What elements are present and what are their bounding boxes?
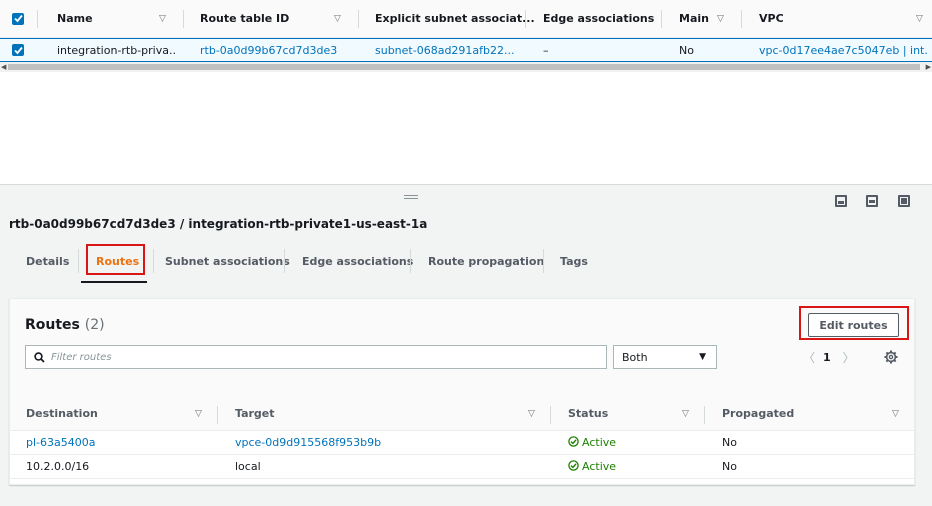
row-name: integration-rtb-priva... — [57, 43, 175, 57]
pagination: 〈 1 〉 — [803, 347, 855, 367]
status-badge: Active — [568, 431, 616, 454]
destination-value: 10.2.0.0/16 — [26, 460, 90, 473]
table-header: Name ▽ Route table ID ▽ Explicit subnet … — [0, 0, 932, 38]
propagated-value: No — [722, 460, 737, 473]
column-header-propagated[interactable]: Propagated — [722, 397, 794, 430]
resize-handle-icon[interactable] — [404, 195, 418, 199]
routes-header: Routes (2) Edit routes Both ▼ 〈 1 〉 — [10, 299, 914, 397]
filter-routes-search[interactable] — [25, 345, 607, 369]
panel-bottom-icon[interactable] — [835, 195, 847, 207]
column-header-status[interactable]: Status — [568, 397, 608, 430]
vpc-link[interactable]: vpc-0d17ee4ae7c5047eb | int... — [759, 39, 929, 61]
active-tab-indicator — [81, 281, 147, 283]
sort-icon[interactable]: ▽ — [334, 0, 341, 37]
tab-edge-associations[interactable]: Edge associations — [302, 245, 413, 277]
select-value: Both — [622, 350, 648, 364]
row-checkbox[interactable] — [12, 39, 24, 61]
subnet-link[interactable]: subnet-068ad291afb22... — [375, 39, 515, 61]
routes-title-text: Routes — [25, 317, 80, 333]
highlight-box-routes-tab — [86, 244, 145, 275]
tab-details[interactable]: Details — [26, 245, 69, 277]
details-panel: rtb-0a0d99b67cd7d3de3 / integration-rtb-… — [0, 185, 932, 506]
column-header-name[interactable]: Name — [57, 0, 93, 37]
column-header-edge-associations[interactable]: Edge associations — [543, 0, 654, 37]
table-row[interactable]: pl-63a5400a vpce-0d9d915568f953b9b Activ… — [10, 431, 914, 455]
sort-icon[interactable]: ▽ — [916, 0, 923, 37]
scroll-left-icon[interactable]: ◀ — [1, 62, 6, 72]
scrollbar-thumb[interactable] — [8, 64, 920, 70]
routes-table-header: Destination ▽ Target ▽ Status ▽ Propagat… — [10, 397, 914, 431]
scroll-right-icon[interactable]: ▶ — [926, 62, 931, 72]
routes-title: Routes (2) — [25, 317, 105, 333]
column-header-route-table-id[interactable]: Route table ID — [200, 0, 289, 37]
page-number[interactable]: 1 — [823, 351, 831, 364]
status-text: Active — [582, 460, 617, 473]
route-tables-table: Name ▽ Route table ID ▽ Explicit subnet … — [0, 0, 932, 184]
panel-side-icon[interactable] — [866, 195, 878, 207]
route-type-select[interactable]: Both ▼ — [613, 345, 717, 369]
target-value: local — [235, 460, 261, 473]
target-link[interactable]: vpce-0d9d915568f953b9b — [235, 431, 381, 454]
tab-subnet-associations[interactable]: Subnet associations — [165, 245, 290, 277]
row-main: No — [679, 43, 694, 57]
check-circle-icon — [568, 435, 579, 450]
column-header-main[interactable]: Main — [679, 0, 709, 37]
sort-icon[interactable]: ▽ — [682, 397, 689, 430]
tab-route-propagation[interactable]: Route propagation — [428, 245, 544, 277]
sort-icon[interactable]: ▽ — [195, 397, 202, 430]
column-header-vpc[interactable]: VPC — [759, 0, 784, 37]
destination-link[interactable]: pl-63a5400a — [26, 431, 95, 454]
next-page-icon[interactable]: 〉 — [843, 349, 855, 366]
settings-gear-icon[interactable] — [884, 350, 898, 367]
sort-icon[interactable]: ▽ — [528, 397, 535, 430]
column-header-explicit-subnet[interactable]: Explicit subnet associat... — [375, 0, 535, 37]
table-row[interactable]: integration-rtb-priva... rtb-0a0d99b67cd… — [0, 38, 932, 62]
column-header-destination[interactable]: Destination — [26, 397, 98, 430]
routes-count: (2) — [84, 317, 105, 333]
checkbox-checked-icon — [12, 12, 24, 25]
checkbox-checked-icon — [12, 44, 24, 56]
horizontal-scrollbar[interactable]: ◀ ▶ — [0, 62, 932, 72]
tab-tags[interactable]: Tags — [560, 245, 588, 277]
sort-icon[interactable]: ▽ — [892, 397, 899, 430]
search-icon — [34, 351, 45, 363]
caret-down-icon: ▼ — [699, 352, 706, 362]
route-table-id-link[interactable]: rtb-0a0d99b67cd7d3de3 — [200, 39, 337, 61]
panel-full-icon[interactable] — [898, 195, 910, 207]
previous-page-icon[interactable]: 〈 — [803, 349, 815, 366]
status-badge: Active — [568, 455, 616, 478]
sort-icon[interactable]: ▽ — [717, 0, 724, 37]
highlight-box-edit-routes — [799, 306, 909, 340]
select-all-checkbox[interactable] — [12, 0, 24, 37]
table-row[interactable]: 10.2.0.0/16 local Active No — [10, 455, 914, 479]
sort-icon[interactable]: ▽ — [159, 0, 166, 37]
routes-container: Routes (2) Edit routes Both ▼ 〈 1 〉 — [9, 298, 915, 485]
propagated-value: No — [722, 436, 737, 449]
row-edge-associations: – — [543, 43, 549, 57]
check-circle-icon — [568, 459, 579, 474]
status-text: Active — [582, 436, 617, 449]
panel-title: rtb-0a0d99b67cd7d3de3 / integration-rtb-… — [9, 217, 428, 231]
column-header-target[interactable]: Target — [235, 397, 275, 430]
search-input[interactable] — [51, 351, 571, 363]
